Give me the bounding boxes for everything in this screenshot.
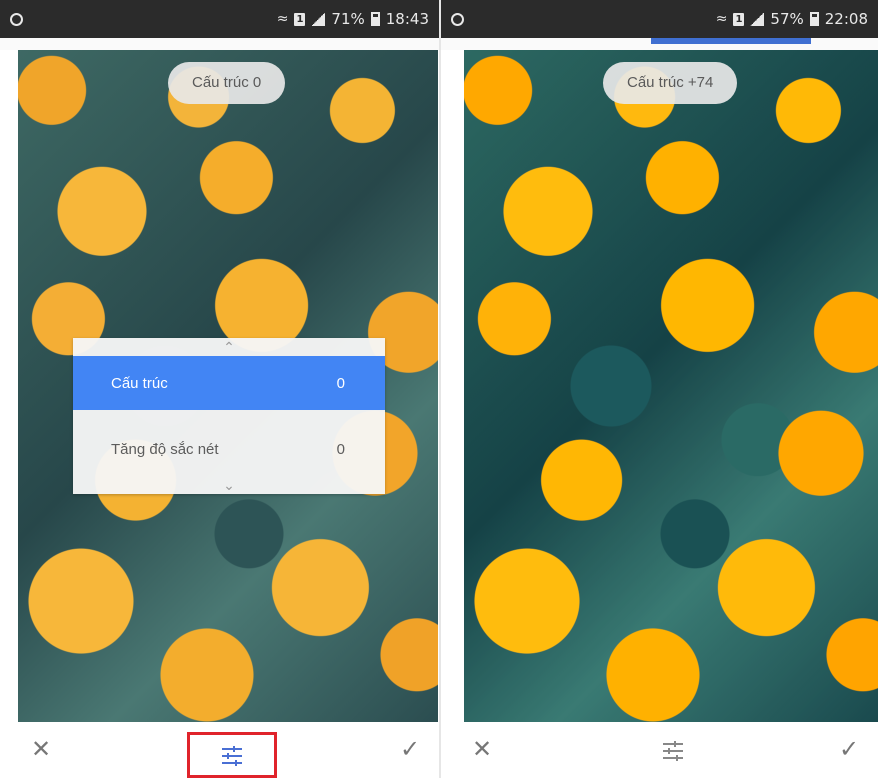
apply-button[interactable]: ✓ (834, 730, 864, 770)
gallery-notification-icon (10, 12, 23, 26)
status-bar: ≈ 1 71% 18:43 (0, 0, 439, 722)
apply-button[interactable]: ✓ (395, 730, 425, 770)
close-icon: ✕ (30, 736, 52, 763)
adjustment-value-pill: Cấu trúc 0 (168, 62, 286, 104)
menu-item-structure[interactable]: Cấu trúc 0 (73, 356, 385, 410)
check-icon: ✓ (399, 736, 421, 763)
wifi-icon: ≈ (715, 11, 728, 27)
close-button[interactable]: ✕ (467, 730, 497, 770)
menu-item-value: 0 (336, 374, 345, 392)
right-screenshot: ≈ 1 57% 22:08 Cấu trúc +74 ✕ ✓ (439, 0, 878, 778)
menu-item-label: Tăng độ sắc nét (111, 440, 219, 458)
tune-icon (222, 745, 242, 766)
menu-item-label: Cấu trúc (111, 374, 168, 392)
sim-icon: 1 (733, 12, 745, 26)
gallery-notification-icon (451, 12, 464, 26)
tune-icon (663, 740, 683, 761)
toolbar-strip (441, 38, 878, 50)
menu-item-value: 0 (336, 440, 345, 458)
toolbar-strip (0, 38, 439, 50)
left-screenshot: ≈ 1 71% 18:43 Cấu trúc 0 ⌃ Cấu trúc 0 Tă… (0, 0, 439, 778)
menu-item-sharpening[interactable]: Tăng độ sắc nét 0 (73, 422, 385, 476)
tune-button[interactable] (628, 730, 718, 770)
edited-photo[interactable] (464, 50, 878, 722)
check-icon: ✓ (838, 736, 860, 763)
chevron-down-icon: ⌄ (223, 477, 235, 493)
slider-indicator (651, 38, 811, 44)
battery-percent: 57% (770, 10, 804, 28)
adjustment-menu[interactable]: ⌃ Cấu trúc 0 Tăng độ sắc nét 0 ⌄ (73, 338, 385, 494)
battery-icon (809, 12, 819, 26)
battery-percent: 71% (331, 10, 365, 28)
clock: 22:08 (824, 10, 868, 28)
wifi-icon: ≈ (276, 11, 289, 27)
tune-button[interactable] (187, 732, 277, 778)
adjustment-value-pill: Cấu trúc +74 (603, 62, 738, 104)
chevron-up-icon: ⌃ (223, 339, 235, 355)
sim-icon: 1 (294, 12, 306, 26)
bottom-toolbar: ✕ ✓ (0, 722, 439, 778)
close-icon: ✕ (471, 736, 493, 763)
bottom-toolbar: ✕ ✓ (441, 722, 878, 778)
clock: 18:43 (385, 10, 429, 28)
status-bar: ≈ 1 57% 22:08 (441, 0, 878, 722)
close-button[interactable]: ✕ (26, 730, 56, 770)
battery-icon (370, 12, 380, 26)
signal-icon (311, 12, 326, 26)
signal-icon (750, 12, 765, 26)
